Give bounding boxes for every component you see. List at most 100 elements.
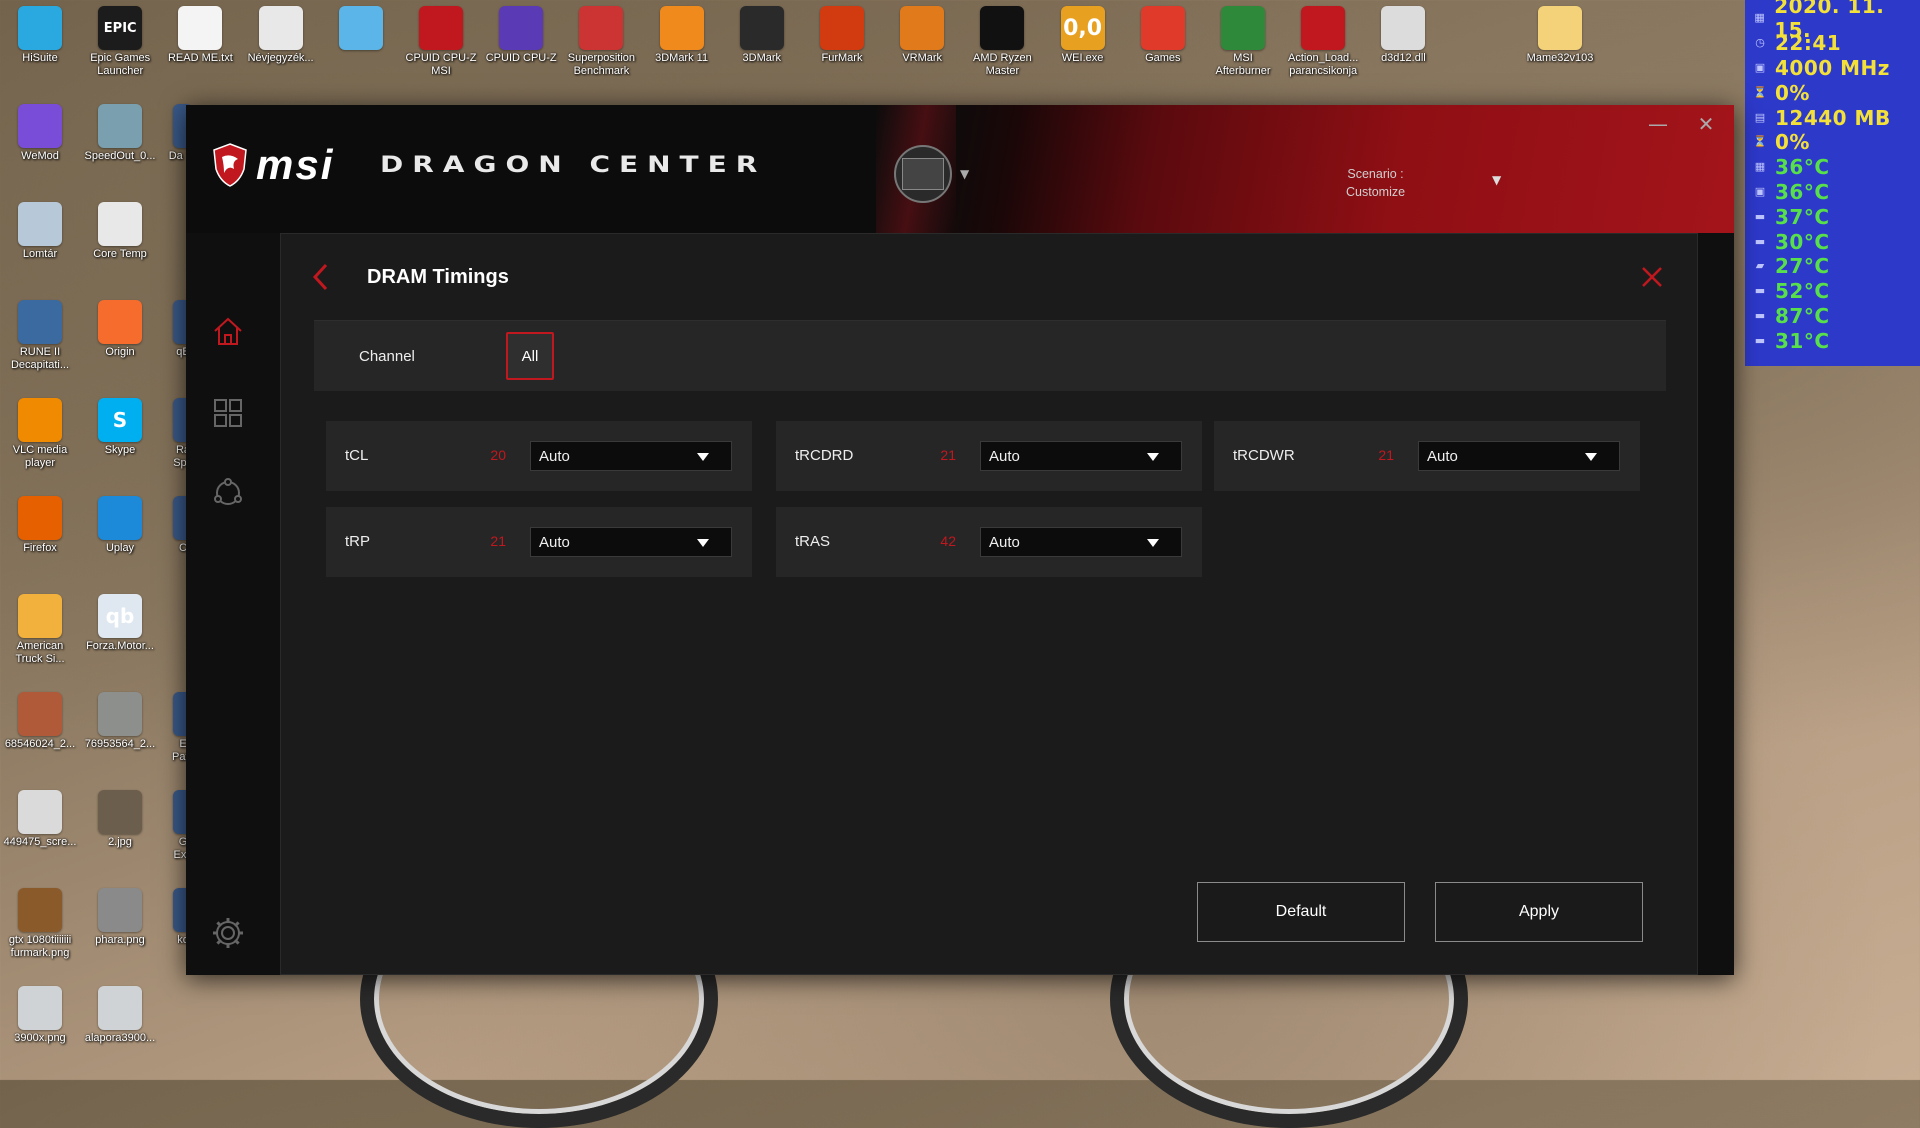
desktop-shortcut-label: phara.png: [95, 934, 145, 946]
desktop-shortcut[interactable]: 76953564_2...: [82, 686, 158, 751]
desktop-shortcut-label: Core Temp: [93, 248, 147, 260]
monitor-row: ▬ 87°C: [1745, 304, 1920, 329]
desktop-shortcut[interactable]: 3900x.png: [2, 980, 78, 1045]
desktop-shortcut-label: Action_Load... parancsikonja: [1288, 52, 1359, 77]
desktop-shortcut[interactable]: alapora3900...: [82, 980, 158, 1045]
games-icon: [1140, 6, 1185, 50]
desktop-shortcut[interactable]: 2.jpg: [82, 784, 158, 849]
folder-icon: [1538, 6, 1582, 50]
cpu-temp-icon: ▣: [1754, 184, 1766, 198]
desktop-shortcut-label: CPUID CPU-Z MSI: [405, 52, 477, 77]
timing-select-value: Auto: [989, 447, 1020, 465]
desktop-shortcut[interactable]: Lomtár: [2, 196, 78, 261]
network-icon[interactable]: [210, 475, 246, 511]
dashboard-grid-icon[interactable]: [210, 395, 246, 431]
desktop-shortcut[interactable]: CPUID CPU-Z MSI: [403, 0, 479, 78]
desktop-shortcut[interactable]: WeMod: [2, 98, 78, 163]
dropdown-caret-icon: [1147, 539, 1159, 547]
desktop-shortcut[interactable]: FurMark: [804, 0, 880, 65]
scenario-dropdown-caret-icon[interactable]: ▼: [1492, 173, 1501, 187]
desktop-shortcut[interactable]: HiSuite: [2, 0, 78, 65]
desktop-shortcut[interactable]: 3DMark: [724, 0, 800, 65]
minimize-button[interactable]: —: [1638, 109, 1678, 139]
clock-icon: ◷: [1755, 36, 1765, 50]
monitor-value: 0%: [1775, 130, 1810, 155]
desktop-shortcut[interactable]: [323, 0, 399, 52]
monitor-value: 22:41: [1775, 31, 1842, 56]
desktop-shortcut[interactable]: Origin: [82, 294, 158, 359]
monitor-row: ▣ 36°C: [1745, 180, 1920, 205]
desktop-shortcut[interactable]: Névjegyzék...: [243, 0, 319, 65]
image-file-icon: [98, 692, 142, 736]
monitor-value: 27°C: [1775, 254, 1830, 279]
apply-button[interactable]: Apply: [1435, 882, 1643, 942]
settings-gear-icon[interactable]: [210, 915, 246, 951]
desktop-shortcut[interactable]: READ ME.txt: [162, 0, 238, 65]
desktop-shortcut-label: Games: [1145, 52, 1181, 64]
desktop-shortcut[interactable]: VRMark: [884, 0, 960, 65]
desktop-shortcut[interactable]: d3d12.dll: [1365, 0, 1441, 65]
cpu-load-icon: ⏳: [1753, 85, 1767, 99]
desktop-shortcut[interactable]: Core Temp: [82, 196, 158, 261]
channel-all-button[interactable]: All: [506, 332, 554, 380]
close-panel-icon[interactable]: [1641, 266, 1663, 288]
desktop-shortcut[interactable]: Uplay: [82, 490, 158, 555]
desktop-shortcut[interactable]: S Skype: [82, 392, 158, 457]
desktop-shortcut[interactable]: Superposition Benchmark: [563, 0, 639, 78]
desktop-shortcut[interactable]: Mame32v103: [1522, 0, 1598, 65]
desktop-shortcut-label: Superposition Benchmark: [567, 52, 636, 77]
desktop-shortcut[interactable]: qb Forza.Motor...: [82, 588, 158, 653]
default-button[interactable]: Default: [1197, 882, 1405, 942]
desktop-shortcut[interactable]: RUNE II Decapitati...: [2, 294, 78, 372]
timing-select-trp[interactable]: Auto: [530, 527, 732, 557]
timing-name: tRP: [345, 533, 371, 550]
timing-select-trcdwr[interactable]: Auto: [1418, 441, 1620, 471]
back-arrow-icon[interactable]: [311, 262, 331, 292]
qbittorrent-file-icon: qb: [98, 594, 142, 638]
desktop-shortcut[interactable]: CPUID CPU-Z: [483, 0, 559, 65]
drive-icon: ▬: [1754, 234, 1766, 248]
timing-select-value: Auto: [539, 447, 570, 465]
brand-logo: msi: [256, 141, 335, 188]
desktop-shortcut[interactable]: 0,0 WEI.exe: [1045, 0, 1121, 65]
monitor-value: 31°C: [1775, 328, 1830, 353]
timing-select-trcdrd[interactable]: Auto: [980, 441, 1182, 471]
timing-select-tras[interactable]: Auto: [980, 527, 1182, 557]
desktop-shortcut[interactable]: phara.png: [82, 882, 158, 947]
scenario-selector[interactable]: Scenario : Customize: [1346, 165, 1405, 201]
desktop-shortcut[interactable]: Games: [1125, 0, 1201, 65]
desktop-shortcut[interactable]: MSI Afterburner: [1205, 0, 1281, 78]
profile-button[interactable]: [894, 145, 952, 203]
desktop-shortcut[interactable]: American Truck Si...: [2, 588, 78, 666]
monitor-row: ⏳ 0%: [1745, 130, 1920, 155]
home-icon[interactable]: [210, 313, 246, 349]
desktop-shortcut[interactable]: EPIC Epic Games Launcher: [82, 0, 158, 78]
desktop-shortcut[interactable]: AMD Ryzen Master: [964, 0, 1040, 78]
window-close-button[interactable]: ✕: [1686, 109, 1726, 139]
dropdown-caret-icon: [1147, 453, 1159, 461]
profile-dropdown-caret-icon[interactable]: ▼: [960, 167, 969, 181]
timing-select-tcl[interactable]: Auto: [530, 441, 732, 471]
desktop-shortcut-label: MSI Afterburner: [1215, 52, 1271, 77]
desktop-shortcut-label: Lomtár: [22, 248, 58, 260]
desktop-shortcut[interactable]: Firefox: [2, 490, 78, 555]
monitor-value: 36°C: [1775, 179, 1830, 204]
desktop-shortcut[interactable]: 449475_scre...: [2, 784, 78, 849]
desktop-shortcut-label: Firefox: [23, 542, 57, 554]
hisuite-icon: [18, 6, 62, 50]
monitor-row: ▬ 30°C: [1745, 229, 1920, 254]
monitor-value: 87°C: [1775, 303, 1830, 328]
desktop-shortcut[interactable]: gtx 1080tiiiiiii furmark.png: [2, 882, 78, 960]
desktop-shortcut[interactable]: VLC media player: [2, 392, 78, 470]
core-temp-icon: [98, 202, 142, 246]
scenario-label: Scenario :: [1347, 167, 1404, 181]
desktop-shortcut[interactable]: 3DMark 11: [644, 0, 720, 65]
desktop-shortcut-label: Uplay: [105, 542, 135, 554]
desktop-shortcut[interactable]: SpeedOut_0...: [82, 98, 158, 163]
timing-select-value: Auto: [989, 533, 1020, 551]
window-header: msi DRAGON CENTER ▼ Scenario : Customize…: [186, 105, 1734, 233]
dram-timings-panel: DRAM Timings Channel All tCL 20 Auto tRC…: [280, 233, 1698, 975]
monitor-row: ▣ 4000 MHz: [1745, 56, 1920, 81]
desktop-shortcut[interactable]: Action_Load... parancsikonja: [1285, 0, 1361, 78]
desktop-shortcut[interactable]: 68546024_2...: [2, 686, 78, 751]
